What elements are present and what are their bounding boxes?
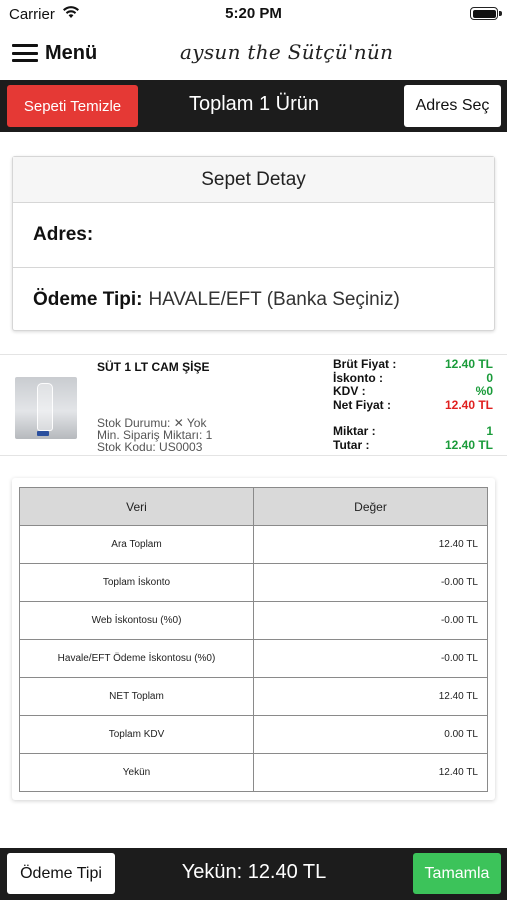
quantity-label: Miktar : (333, 424, 376, 438)
battery-tip (499, 11, 502, 16)
summary-table: Veri Değer Ara Toplam 12.40 TL Toplam İsk… (19, 487, 488, 792)
cart-item-count: Toplam 1 Ürün (188, 93, 320, 115)
row-label: Toplam KDV (19, 715, 254, 754)
table-row: Yekün 12.40 TL (19, 753, 488, 792)
cart-product-row[interactable]: SÜT 1 LT CAM ŞİŞE Stok Durumu: ✕ Yok Min… (0, 354, 507, 456)
checkout-bar: Ödeme Tipi Yekün: 12.40 TL Tamamla (0, 848, 507, 900)
discount-label: İskonto : (333, 370, 383, 385)
product-name: SÜT 1 LT CAM ŞİŞE (97, 360, 210, 374)
row-value: 12.40 TL (253, 753, 488, 792)
vat-label: KDV : (333, 384, 366, 398)
brand-logo: aysun the Sütçü'nün (180, 40, 394, 64)
table-row: Toplam İskonto -0.00 TL (19, 563, 488, 602)
row-label: Havale/EFT Ödeme İskontosu (%0) (19, 639, 254, 678)
discount-value: 0 (486, 370, 493, 385)
amount-value: 12.40 TL (444, 437, 493, 452)
quantity-value: 1 (486, 424, 493, 438)
summary-card: Veri Değer Ara Toplam 12.40 TL Toplam İsk… (12, 478, 495, 800)
table-row: Havale/EFT Ödeme İskontosu (%0) -0.00 TL (19, 639, 488, 678)
navigation-bar: Menü aysun the Sütçü'nün (0, 30, 507, 78)
gross-price-value: 12.40 TL (444, 357, 493, 371)
select-address-button[interactable]: Adres Seç (404, 85, 501, 127)
battery-icon (470, 7, 498, 20)
payment-type-label: Ödeme Tipi: (33, 288, 143, 310)
cart-header: Sepeti Temizle Toplam 1 Ürün Adres Seç (0, 80, 507, 132)
stock-code: Stok Kodu: US0003 (97, 440, 203, 454)
menu-label: Menü (45, 41, 98, 64)
row-label: Toplam İskonto (19, 563, 254, 602)
table-row: Web İskontosu (%0) -0.00 TL (19, 601, 488, 640)
table-row: Toplam KDV 0.00 TL (19, 715, 488, 754)
hamburger-icon (12, 44, 38, 62)
status-bar: Carrier 5:20 PM (0, 0, 507, 30)
table-row: Ara Toplam 12.40 TL (19, 525, 488, 564)
row-value: -0.00 TL (253, 601, 488, 640)
net-price-label: Net Fiyat : (333, 397, 392, 412)
row-label: Ara Toplam (19, 525, 254, 564)
cart-detail-card: Sepet Detay Adres: Ödeme Tipi: HAVALE/EF… (12, 156, 495, 331)
payment-type-row[interactable]: Ödeme Tipi: HAVALE/EFT (Banka Seçiniz) (13, 267, 494, 331)
cart-screen: Carrier 5:20 PM Menü aysun the Sütçü'nün… (0, 0, 507, 900)
product-meta: Stok Durumu: ✕ Yok Min. Sipariş Miktarı:… (97, 417, 212, 453)
menu-button[interactable]: Menü (12, 38, 97, 68)
row-value: -0.00 TL (253, 639, 488, 678)
table-row: NET Toplam 12.40 TL (19, 677, 488, 716)
complete-order-button[interactable]: Tamamla (413, 853, 501, 894)
address-row[interactable]: Adres: (13, 203, 494, 267)
row-label: Web İskontosu (%0) (19, 601, 254, 640)
row-value: -0.00 TL (253, 563, 488, 602)
row-label: Yekün (19, 753, 254, 792)
price-details: Brüt Fiyat :12.40 TL İskonto :0 KDV : %0 … (333, 357, 493, 452)
card-title: Sepet Detay (13, 157, 494, 203)
row-value: 0.00 TL (253, 715, 488, 754)
column-header-value: Değer (253, 487, 488, 526)
net-price-value: 12.40 TL (444, 397, 493, 412)
clear-cart-button[interactable]: Sepeti Temizle (7, 85, 138, 127)
grand-total: Yekün: 12.40 TL (181, 861, 327, 883)
payment-type-value: HAVALE/EFT (Banka Seçiniz) (148, 288, 400, 310)
amount-label: Tutar : (333, 437, 370, 452)
row-label: NET Toplam (19, 677, 254, 716)
vat-value: %0 (475, 384, 493, 398)
clock: 5:20 PM (225, 5, 282, 22)
row-value: 12.40 TL (253, 677, 488, 716)
payment-type-button[interactable]: Ödeme Tipi (7, 853, 115, 894)
row-value: 12.40 TL (253, 525, 488, 564)
product-image (15, 377, 77, 439)
gross-price-label: Brüt Fiyat : (333, 357, 397, 371)
address-label: Adres: (33, 224, 94, 245)
column-header-data: Veri (19, 487, 254, 526)
